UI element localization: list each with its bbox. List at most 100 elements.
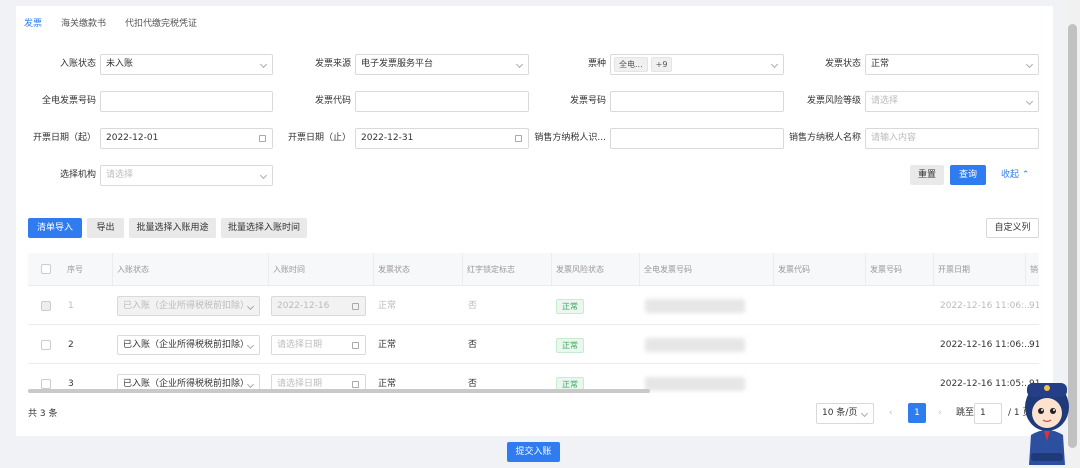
risk-status-badge: 正常	[556, 338, 584, 353]
col-seller: 销	[1030, 265, 1038, 274]
calendar-icon	[515, 135, 522, 142]
date-start-picker[interactable]: 2022-12-01	[100, 128, 273, 149]
row-invoice-status: 正常	[378, 340, 397, 350]
export-button[interactable]: 导出	[87, 218, 124, 238]
table-horizontal-scrollbar[interactable]	[28, 389, 650, 393]
total-count: 共 3 条	[28, 409, 58, 419]
ticket-type-select[interactable]: 全电... +9	[610, 54, 784, 75]
entry-status-select[interactable]: 未入账	[100, 54, 273, 75]
chevron-down-icon	[259, 171, 268, 180]
batch-purpose-button[interactable]: 批量选择入账用途	[129, 218, 216, 238]
calendar-icon	[352, 342, 359, 349]
prev-page-icon[interactable]: ‹	[889, 403, 893, 423]
col-red-lock: 红字锁定标志	[463, 253, 552, 286]
ticket-type-tag: 全电...	[614, 57, 648, 72]
invoice-code-label: 发票代码	[314, 96, 351, 106]
page-size-select[interactable]: 10 条/页	[816, 403, 874, 424]
row-entry-status-select[interactable]: 已入账（企业所得税税前扣除）	[117, 335, 260, 355]
col-invoice-code: 发票代码	[774, 253, 866, 286]
submit-entry-button[interactable]: 提交入账	[507, 442, 560, 462]
row-invoice-status: 正常	[378, 301, 397, 311]
row-issue-date: 2022-12-16 11:06:...	[940, 301, 1033, 311]
seller-name-label: 销售方纳税人名称	[788, 133, 861, 143]
table-row: 2 已入账（企业所得税税前扣除） 请选择日期 正常 否 正常 2022-12-1…	[28, 326, 1039, 364]
row-entry-status-select[interactable]: 已入账（企业所得税税前扣除）	[117, 296, 260, 316]
seller-taxid-label: 销售方纳税人识...	[534, 133, 606, 143]
ticket-type-more-tag: +9	[650, 57, 673, 72]
invoice-source-select[interactable]: 电子发票服务平台	[355, 54, 529, 75]
row-checkbox[interactable]	[41, 301, 51, 311]
goto-page-input[interactable]: 1	[974, 403, 1002, 424]
row-seller: 91	[1029, 340, 1039, 350]
tab-bar: 发票 海关缴款书 代扣代缴完税凭证	[24, 16, 216, 30]
risk-level-label: 发票风险等级	[806, 96, 861, 106]
date-start-label: 开票日期（起）	[32, 133, 96, 143]
table-header: 序号 入账状态 入账时间 发票状态 红字锁定标志 发票风险状态 全电发票号码 发…	[28, 253, 1039, 286]
invoice-no-label: 发票号码	[569, 96, 606, 106]
invoice-source-label: 发票来源	[314, 59, 351, 69]
col-risk-status: 发票风险状态	[552, 253, 640, 286]
row-checkbox[interactable]	[41, 379, 51, 389]
chevron-up-icon: ⌃	[1021, 170, 1030, 180]
org-select[interactable]: 请选择	[100, 165, 273, 186]
chevron-down-icon	[259, 60, 268, 69]
calendar-icon	[259, 135, 266, 142]
invoice-status-select[interactable]: 正常	[865, 54, 1039, 75]
risk-status-badge: 正常	[556, 299, 584, 314]
row-issue-date: 2022-12-16 11:06:...	[940, 340, 1033, 350]
row-index: 1	[68, 301, 74, 311]
date-end-picker[interactable]: 2022-12-31	[355, 128, 529, 149]
row-red-lock: 否	[468, 301, 478, 311]
redacted-full-elec-no	[645, 377, 745, 391]
col-full-elec-no: 全电发票号码	[640, 253, 774, 286]
col-index: 序号	[63, 253, 113, 286]
invoice-status-label: 发票状态	[824, 59, 861, 69]
invoice-code-input[interactable]	[355, 91, 529, 112]
chevron-down-icon	[1025, 60, 1034, 69]
col-invoice-status: 发票状态	[374, 253, 463, 286]
seller-name-input[interactable]: 请输入内容	[865, 128, 1039, 149]
main-panel: 发票 海关缴款书 代扣代缴完税凭证 入账状态 未入账 发票来源 电子发票服务平台…	[16, 6, 1053, 436]
risk-level-select[interactable]: 请选择	[865, 91, 1039, 112]
col-issue-date: 开票日期	[934, 253, 1026, 286]
chevron-down-icon	[1025, 97, 1034, 106]
redacted-full-elec-no	[645, 299, 745, 313]
page-button-current[interactable]: 1	[908, 403, 926, 423]
select-all-checkbox[interactable]	[41, 264, 51, 274]
row-entry-time-picker[interactable]: 2022-12-16	[271, 296, 366, 316]
calendar-icon	[352, 381, 359, 388]
col-entry-time: 入账时间	[269, 253, 374, 286]
next-page-icon[interactable]: ›	[938, 403, 942, 423]
entry-status-label: 入账状态	[59, 59, 96, 69]
date-end-label: 开票日期（止）	[287, 133, 351, 143]
query-button[interactable]: 查询	[950, 165, 986, 185]
collapse-link[interactable]: 收起 ⌃	[1001, 165, 1029, 185]
table-row: 1 已入账（企业所得税税前扣除） 2022-12-16 正常 否 正常 2022…	[28, 287, 1039, 325]
col-entry-status: 入账状态	[113, 253, 269, 286]
full-elec-no-label: 全电发票号码	[41, 96, 96, 106]
row-entry-time-picker[interactable]: 请选择日期	[271, 335, 366, 355]
tab-customs[interactable]: 海关缴款书	[61, 16, 106, 30]
row-red-lock: 否	[468, 340, 478, 350]
seller-taxid-input[interactable]	[610, 128, 784, 149]
mascot-avatar[interactable]	[1017, 375, 1077, 465]
tab-invoice[interactable]: 发票	[24, 16, 42, 30]
reset-button[interactable]: 重置	[910, 165, 944, 185]
row-index: 2	[68, 340, 74, 350]
calendar-icon	[352, 303, 359, 310]
row-checkbox[interactable]	[41, 340, 51, 350]
row-seller: 91	[1029, 301, 1039, 311]
tab-withholding[interactable]: 代扣代缴完税凭证	[125, 16, 197, 30]
redacted-full-elec-no	[645, 338, 745, 352]
import-list-button[interactable]: 清单导入	[28, 218, 82, 238]
custom-columns-button[interactable]: 自定义列	[986, 218, 1039, 238]
chevron-down-icon	[860, 409, 869, 418]
full-elec-no-input[interactable]	[100, 91, 273, 112]
goto-label: 跳至	[956, 408, 975, 418]
invoice-table: 序号 入账状态 入账时间 发票状态 红字锁定标志 发票风险状态 全电发票号码 发…	[28, 253, 1039, 393]
batch-time-button[interactable]: 批量选择入账时间	[221, 218, 307, 238]
ticket-type-label: 票种	[587, 59, 606, 69]
org-label: 选择机构	[59, 170, 96, 180]
invoice-no-input[interactable]	[610, 91, 784, 112]
col-invoice-no: 发票号码	[866, 253, 934, 286]
